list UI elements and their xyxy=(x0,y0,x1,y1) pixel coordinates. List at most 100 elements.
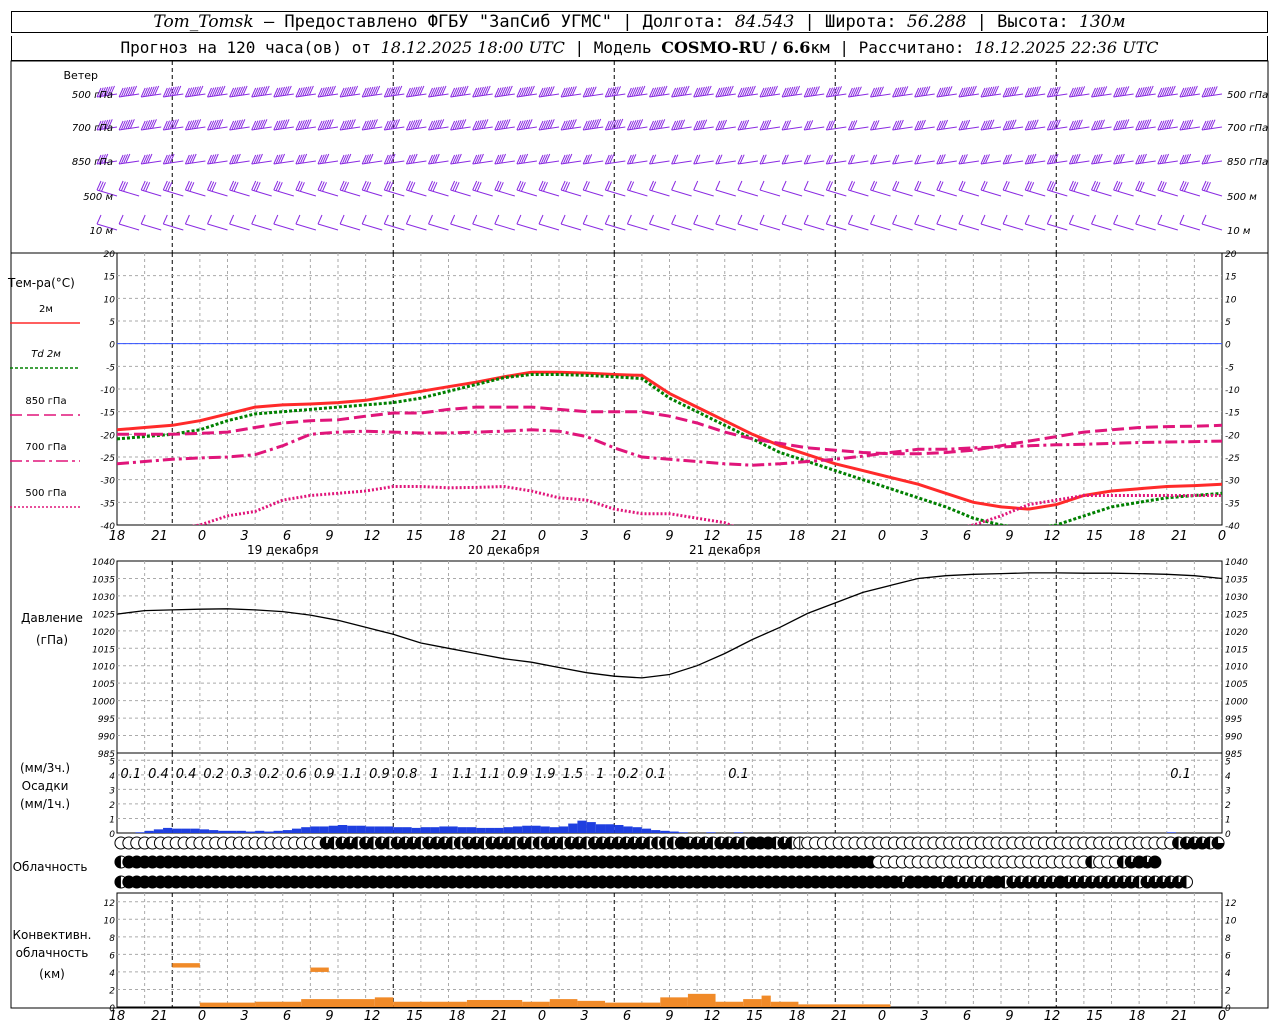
wind-feather xyxy=(437,86,442,96)
wind-shaft xyxy=(472,223,493,231)
wind-feather xyxy=(874,120,880,130)
wind-feather xyxy=(472,154,478,165)
wind-feather xyxy=(233,154,239,164)
precip-3h-value: 1.1 xyxy=(480,767,501,782)
wind-feather xyxy=(410,87,416,97)
wind-barb xyxy=(184,214,206,231)
wind-feather xyxy=(651,120,657,130)
wind-feather xyxy=(299,120,305,130)
wind-feather xyxy=(693,120,699,131)
wind-feather xyxy=(331,85,336,96)
wind-feather xyxy=(235,86,241,97)
wind-feather xyxy=(697,87,703,97)
wind-barb xyxy=(1046,180,1068,197)
wind-feather xyxy=(1035,86,1041,96)
wind-feather xyxy=(1188,86,1194,96)
wind-barb xyxy=(693,119,714,131)
wind-barb xyxy=(428,214,449,231)
precip-3h-value: 0.2 xyxy=(259,767,280,782)
wind-barb xyxy=(118,119,140,131)
wind-feather xyxy=(987,86,993,97)
wind-feather xyxy=(275,87,281,97)
wind-feather xyxy=(980,120,986,131)
wind-shaft xyxy=(141,189,162,197)
wind-barb xyxy=(715,154,736,165)
wind-feather xyxy=(1135,214,1141,225)
precip-bar xyxy=(227,830,237,833)
wind-feather xyxy=(715,154,721,165)
precip-bar xyxy=(282,830,292,833)
wind-shaft xyxy=(207,223,228,231)
precip-bar xyxy=(623,826,633,833)
wind-barb xyxy=(184,153,206,165)
precip-title: Осадки xyxy=(22,779,69,793)
wind-barb xyxy=(184,180,206,197)
wind-barb xyxy=(693,214,714,231)
wind-level-right: 500 м xyxy=(1227,192,1257,203)
temp-x-tick: 3 xyxy=(920,529,928,544)
wind-barb xyxy=(428,180,449,197)
wind-shaft xyxy=(737,189,759,197)
conv-bar xyxy=(549,999,578,1007)
cloud-half xyxy=(114,856,121,868)
temp-x-tick: 21 xyxy=(831,529,848,544)
wind-barb xyxy=(207,119,228,131)
wind-barb xyxy=(604,86,626,98)
wind-barb xyxy=(405,85,427,98)
wind-feather xyxy=(1206,87,1211,97)
wind-feather xyxy=(213,86,219,97)
wind-feather xyxy=(496,87,502,97)
wind-feather xyxy=(501,153,507,164)
wind-shaft xyxy=(207,189,228,197)
wind-feather xyxy=(967,86,973,96)
wind-feather xyxy=(626,214,632,225)
precip-bar xyxy=(466,827,477,833)
wind-barb xyxy=(759,119,781,131)
wind-shaft xyxy=(118,189,140,197)
wind-feather xyxy=(989,86,995,96)
wind-feather xyxy=(704,86,710,96)
wind-shaft xyxy=(1002,223,1024,231)
temp-tick-right: -25 xyxy=(1225,454,1240,464)
wind-shaft xyxy=(583,223,604,231)
wind-feather xyxy=(1095,154,1101,164)
wind-feather xyxy=(196,86,202,96)
wind-barb xyxy=(980,119,1002,131)
wind-feather xyxy=(903,86,909,96)
wind-feather xyxy=(607,120,613,130)
wind-feather xyxy=(361,214,367,225)
wind-feather xyxy=(1146,86,1152,96)
temp-x-tick: 6 xyxy=(623,529,631,544)
wind-barb xyxy=(383,214,405,231)
wind-feather xyxy=(344,154,350,164)
prec-tick-left: 0 xyxy=(109,830,115,840)
wind-feather xyxy=(211,87,217,97)
wind-barb xyxy=(958,180,980,197)
wind-feather xyxy=(1091,214,1096,225)
wind-barb xyxy=(1179,180,1201,197)
wind-feather xyxy=(450,87,456,98)
wind-feather xyxy=(317,87,323,98)
wind-shaft xyxy=(671,189,692,197)
wind-barb xyxy=(317,85,339,98)
wind-feather xyxy=(461,119,467,129)
precip-bar xyxy=(163,827,173,833)
wind-feather xyxy=(962,87,968,97)
wind-feather xyxy=(339,120,345,131)
conv-title-1: Конвективн. xyxy=(13,928,92,942)
wind-feather xyxy=(322,154,327,164)
wind-shaft xyxy=(317,189,339,197)
cloud-cover-icon xyxy=(1179,875,1193,889)
wind-feather xyxy=(814,86,820,96)
wind-feather xyxy=(991,86,997,96)
wind-feather xyxy=(1183,120,1189,130)
wind-barb xyxy=(494,153,515,165)
wind-feather xyxy=(759,214,765,225)
precip-bar xyxy=(651,830,661,833)
precip-bar xyxy=(347,825,357,833)
wind-feather xyxy=(766,86,772,97)
wind-feather xyxy=(324,86,330,97)
conv-bar xyxy=(374,997,394,1007)
wind-feather xyxy=(503,119,509,129)
wind-feather xyxy=(847,87,853,98)
